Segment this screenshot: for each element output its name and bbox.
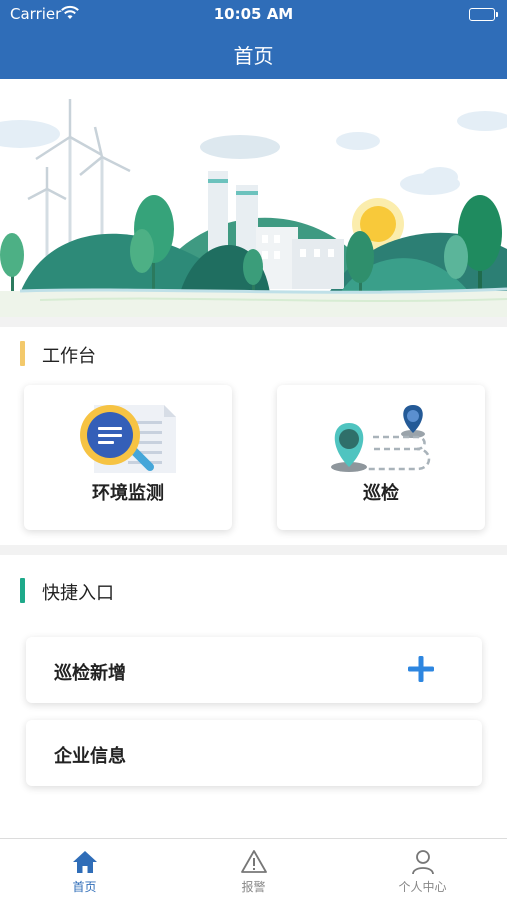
- plus-icon[interactable]: [406, 654, 436, 684]
- tab-label: 报警: [241, 880, 266, 894]
- tab-home[interactable]: 首页: [0, 839, 169, 900]
- section-divider: [0, 317, 507, 327]
- card-label: 巡检: [363, 483, 399, 504]
- section-accent-bar: [20, 578, 25, 603]
- route-pin-icon: [277, 397, 485, 475]
- page-title: 首页: [233, 44, 274, 68]
- tab-label: 首页: [72, 880, 97, 894]
- banner-illustration: [0, 79, 507, 317]
- tab-label: 个人中心: [398, 880, 447, 894]
- section-title: 工作台: [42, 346, 96, 367]
- shortcut-label: 巡检新增: [54, 663, 126, 684]
- nav-bar: 首页: [0, 30, 507, 79]
- tab-alarm[interactable]: 报警: [169, 839, 338, 900]
- tab-bar: 首页 报警 个人中心: [0, 838, 507, 900]
- shortcut-company-info[interactable]: 企业信息: [26, 720, 482, 786]
- document-search-icon: [24, 397, 232, 475]
- user-icon: [338, 849, 507, 875]
- shortcut-add-inspection[interactable]: 巡检新增: [26, 637, 482, 703]
- card-inspection[interactable]: 巡检: [277, 385, 485, 530]
- section-title: 快捷入口: [42, 583, 114, 604]
- shortcuts-header: 快捷入口: [0, 574, 507, 606]
- shortcut-label: 企业信息: [54, 746, 126, 767]
- section-divider: [0, 545, 507, 555]
- card-label: 环境监测: [92, 483, 164, 504]
- status-bar: Carrier 10:05 AM: [0, 0, 507, 30]
- status-time: 10:05 AM: [213, 5, 294, 23]
- home-icon: [0, 849, 169, 875]
- card-environment-monitoring[interactable]: 环境监测: [24, 385, 232, 530]
- workbench-header: 工作台: [0, 337, 507, 369]
- battery-icon: [469, 8, 498, 21]
- section-accent-bar: [20, 341, 25, 366]
- tab-profile[interactable]: 个人中心: [338, 839, 507, 900]
- warning-icon: [169, 849, 338, 875]
